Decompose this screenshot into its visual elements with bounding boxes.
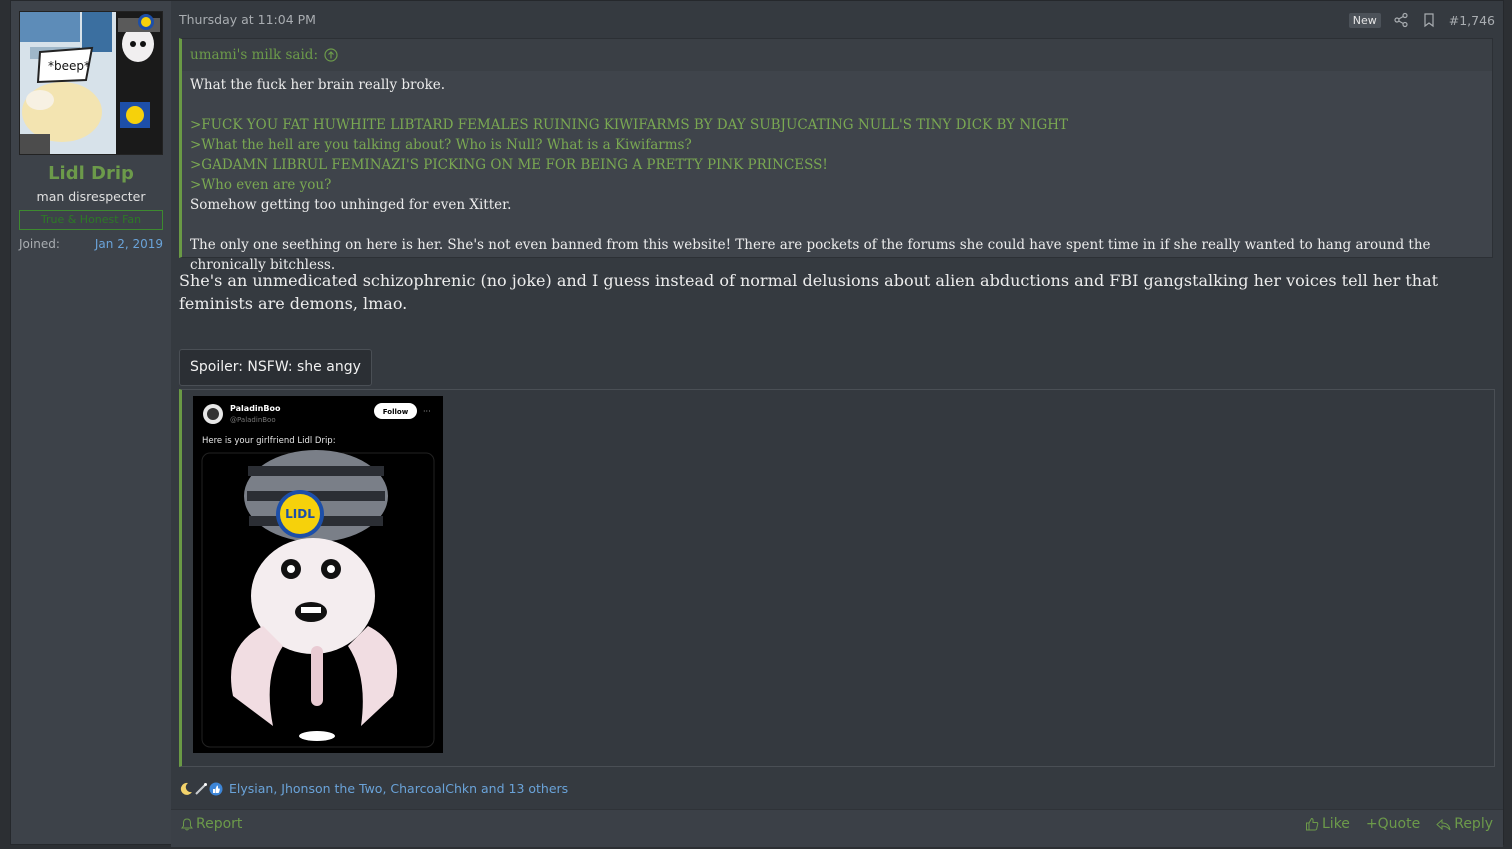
avatar-image: *beep* (20, 12, 162, 154)
tweet-screenshot: PaladinBoo @PaladinBoo Follow ··· Here i… (193, 396, 443, 753)
quote-header[interactable]: umami's milk said: (182, 39, 1492, 71)
quote-block: umami's milk said: What the fuck her bra… (179, 38, 1493, 273)
moon-icon (180, 782, 192, 795)
quote-line: What the fuck her brain really broke. (190, 77, 446, 93)
post-date[interactable]: Thursday at 11:04 PM (179, 12, 316, 27)
new-badge: New (1348, 12, 1381, 28)
spoiler-button[interactable]: Spoiler: NSFW: she angy (179, 349, 372, 386)
reply-button[interactable]: Reply (1436, 816, 1493, 832)
like-button[interactable]: Like (1305, 816, 1350, 832)
arrow-up-circle-icon[interactable] (324, 48, 338, 62)
reaction-icons (179, 782, 223, 796)
embedded-tweet-image[interactable]: PaladinBoo @PaladinBoo Follow ··· Here i… (193, 396, 443, 753)
lidl-logo-text: LIDL (285, 507, 315, 521)
greentext-line: >What the hell are you talking about? Wh… (190, 137, 692, 153)
greentext-line: >GADAMN LIBRUL FEMINAZI'S PICKING ON ME … (190, 157, 828, 173)
greentext-line: >Who even are you? (190, 177, 332, 193)
tweet-follow-button: Follow (383, 408, 409, 416)
thumbs-up-icon (209, 782, 223, 795)
quote-body: What the fuck her brain really broke. >F… (182, 71, 1492, 279)
report-button[interactable]: Report (181, 816, 242, 832)
reply-label: Reply (1454, 816, 1493, 832)
post-actions: Like +Quote Reply (1305, 816, 1493, 832)
user-title: man disrespecter (36, 189, 146, 204)
joined-date: Jan 2, 2019 (94, 237, 163, 251)
like-label: Like (1322, 816, 1350, 832)
tweet-text: Here is your girlfriend Lidl Drip: (202, 436, 336, 446)
post-header-actions: New #1,746 (1348, 11, 1495, 29)
reactions-bar[interactable]: Elysian, Jhonson the Two, CharcoalChkn a… (179, 781, 568, 796)
user-banner: True & Honest Fan (19, 210, 163, 230)
bell-icon (181, 817, 193, 830)
share-icon[interactable] (1393, 12, 1409, 28)
user-sidebar: *beep* Lidl Drip man disrespecter True &… (11, 1, 171, 844)
tweet-handle: @PaladinBoo (230, 416, 276, 424)
quote-line: Somehow getting too unhinged for even Xi… (190, 197, 512, 213)
thumbs-up-outline-icon (1306, 817, 1319, 831)
quote-author[interactable]: umami's milk said: (190, 47, 318, 63)
wand-icon (195, 782, 207, 795)
username[interactable]: Lidl Drip (11, 163, 171, 184)
post-container: *beep* Lidl Drip man disrespecter True &… (10, 0, 1504, 847)
post-number[interactable]: #1,746 (1449, 13, 1495, 28)
bookmark-icon[interactable] (1421, 12, 1437, 28)
post-main: Thursday at 11:04 PM New #1,746 umami's … (171, 1, 1503, 847)
post-message: She's an unmedicated schizophrenic (no j… (179, 271, 1439, 313)
avatar[interactable]: *beep* (19, 11, 163, 155)
avatar-caption: *beep* (48, 59, 90, 73)
joined-label: Joined: (19, 237, 60, 251)
report-label: Report (196, 816, 243, 832)
post-footer: Report Like +Quote Reply (171, 809, 1503, 847)
quote-label: +Quote (1365, 816, 1421, 832)
reaction-users[interactable]: Elysian, Jhonson the Two, CharcoalChkn a… (229, 781, 568, 796)
tweet-name: PaladinBoo (230, 404, 281, 413)
svg-text:···: ··· (423, 407, 431, 416)
spoiler-content: PaladinBoo @PaladinBoo Follow ··· Here i… (179, 389, 1495, 767)
reply-icon (1436, 818, 1451, 830)
quote-button[interactable]: +Quote (1366, 816, 1420, 832)
greentext-line: >FUCK YOU FAT HUWHITE LIBTARD FEMALES RU… (190, 117, 1069, 133)
